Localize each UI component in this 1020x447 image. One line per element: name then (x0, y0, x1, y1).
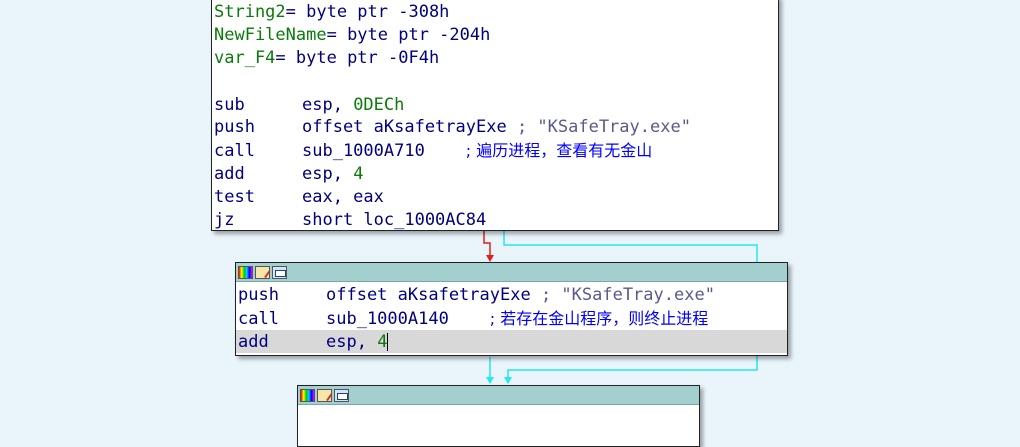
graph-view-icon[interactable] (272, 265, 287, 279)
code-block-2[interactable]: push offset aKsafetrayExe ; "KSafeTray.ex… (235, 262, 788, 356)
operand[interactable]: offset aKsafetrayExe (326, 285, 541, 305)
true-branch-arrowhead (486, 255, 494, 262)
edit-node-icon[interactable] (255, 265, 270, 279)
var-name[interactable]: NewFileName (214, 25, 327, 45)
var-def: = byte ptr -204h (326, 25, 491, 45)
var-line[interactable]: NewFileName= byte ptr -204h (212, 24, 778, 47)
instruction-line[interactable]: call sub_1000A710 ; 遍历进程，查看有无金山 (212, 139, 778, 162)
comment: ; 若存在金山程序，则终止进程 (489, 309, 709, 328)
comment: ; "KSafeTray.exe" (540, 285, 715, 305)
operand-number[interactable]: 4 (353, 164, 363, 184)
mnemonic[interactable]: push (214, 116, 302, 139)
text-cursor (387, 333, 389, 351)
instruction-line[interactable]: push offset aKsafetrayExe ; "KSafeTray.ex… (236, 284, 787, 307)
node-toolbar (236, 263, 787, 282)
mnemonic[interactable]: push (238, 284, 326, 307)
operand[interactable]: sub_1000A710 (302, 141, 466, 161)
operand-number[interactable]: 4 (377, 332, 387, 352)
operand[interactable]: esp, (326, 332, 377, 352)
instruction-line[interactable]: add esp, 4 (212, 162, 778, 185)
var-def: = byte ptr -308h (285, 2, 450, 22)
var-line[interactable]: var_F4= byte ptr -0F4h (212, 47, 778, 70)
var-name[interactable]: var_F4 (214, 48, 275, 68)
fallthrough-arrowhead (486, 377, 494, 384)
mnemonic[interactable]: sub (214, 94, 302, 117)
mnemonic[interactable]: add (238, 331, 326, 354)
instruction-line[interactable]: test eax, eax (212, 185, 778, 208)
operand[interactable]: short loc_1000AC84 (302, 210, 486, 230)
color-palette-icon[interactable] (238, 265, 253, 279)
comment: ; "KSafeTray.exe" (516, 117, 691, 137)
true-branch-edge (483, 230, 491, 257)
operand[interactable]: sub_1000A140 (326, 309, 490, 329)
instruction-line[interactable]: call sub_1000A140 ; 若存在金山程序，则终止进程 (236, 307, 787, 330)
mnemonic[interactable]: call (238, 308, 326, 331)
instruction-line-selected[interactable]: add esp, 4 (236, 330, 787, 353)
instruction-line[interactable]: sub esp, 0DECh (212, 93, 778, 116)
comment: ; 遍历进程，查看有无金山 (465, 141, 653, 160)
color-palette-icon[interactable] (300, 388, 315, 402)
instruction-line[interactable]: jz short loc_1000AC84 (212, 208, 778, 231)
var-name[interactable]: String2 (214, 2, 286, 22)
graph-view-icon[interactable] (334, 388, 349, 402)
operand-number[interactable]: 0DECh (353, 95, 404, 115)
operand[interactable]: eax, eax (302, 187, 384, 207)
mnemonic[interactable]: test (214, 186, 302, 209)
operand[interactable]: esp, (302, 164, 353, 184)
code-block-1[interactable]: String2= byte ptr -308h NewFileName= byt… (211, 0, 779, 231)
node-toolbar (298, 386, 699, 405)
var-def: = byte ptr -0F4h (275, 48, 440, 68)
false-branch-arrowhead (504, 377, 512, 384)
instruction-line[interactable]: push offset aKsafetrayExe ; "KSafeTray.ex… (212, 116, 778, 139)
mnemonic[interactable]: add (214, 163, 302, 186)
operand[interactable]: offset aKsafetrayExe (302, 117, 517, 137)
code-block-3[interactable] (297, 385, 700, 447)
mnemonic[interactable]: call (214, 140, 302, 163)
edit-node-icon[interactable] (317, 388, 332, 402)
mnemonic[interactable]: jz (214, 209, 302, 232)
operand[interactable]: esp, (302, 95, 353, 115)
var-line[interactable]: String2= byte ptr -308h (212, 1, 778, 24)
